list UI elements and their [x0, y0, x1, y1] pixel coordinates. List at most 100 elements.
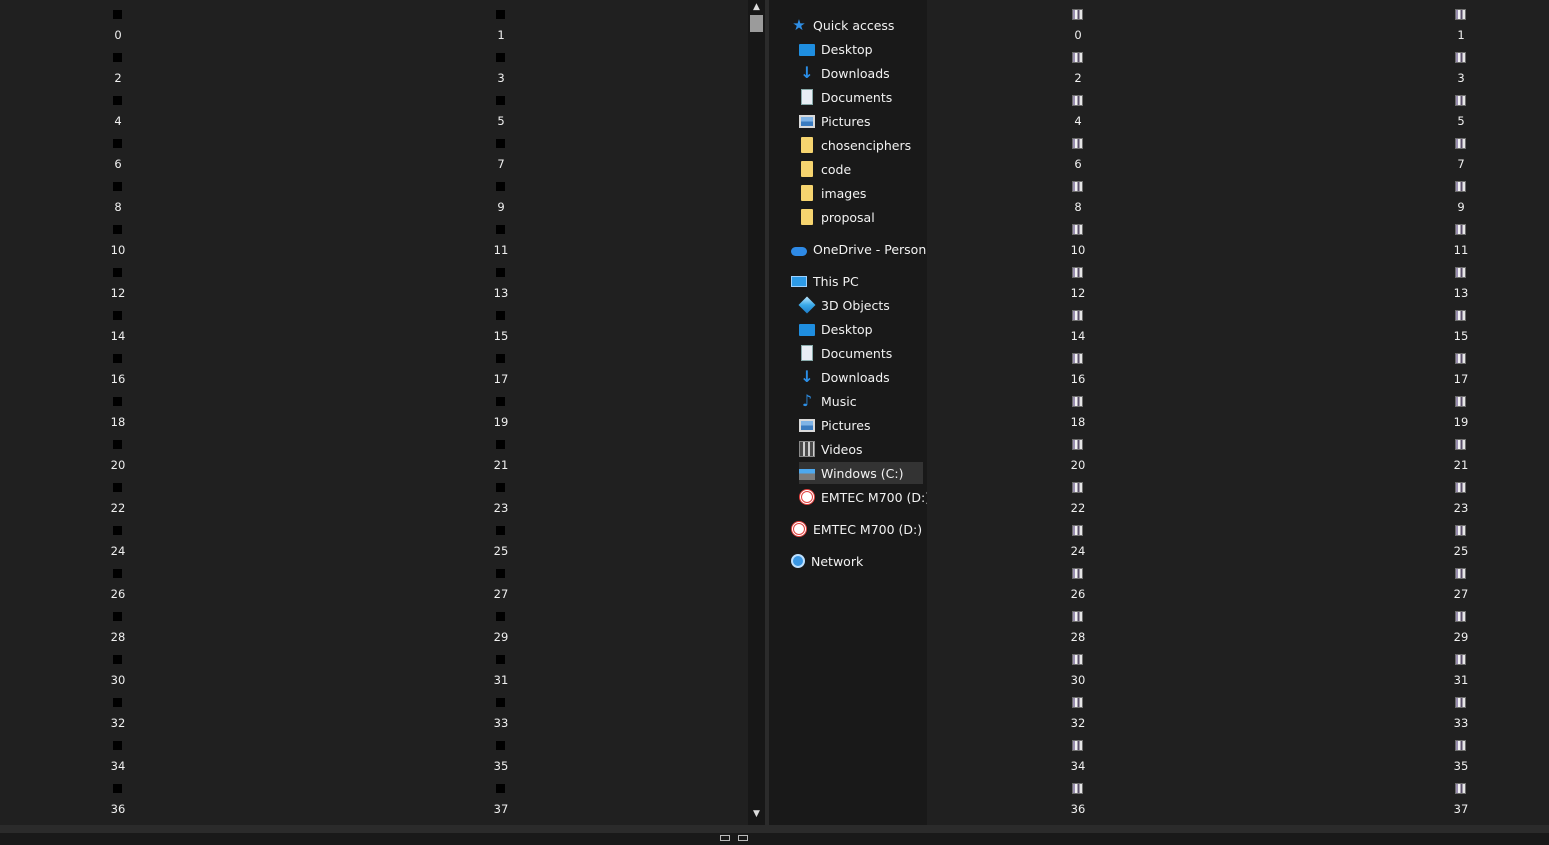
nav-pc-videos[interactable]: Videos [799, 438, 923, 460]
file-name: 37 [493, 802, 509, 816]
file-name: 11 [1453, 243, 1469, 257]
file-thumbnail [496, 612, 505, 621]
file-thumbnail [113, 182, 122, 191]
file-thumbnail [496, 655, 505, 664]
nav-quick-access[interactable]: ★ Quick access [791, 14, 927, 36]
navigation-pane: ★ Quick access Desktop⊥↓Downloads⊥Docume… [769, 0, 951, 825]
nav-pc-windows-c[interactable]: Windows (C:) [799, 462, 923, 484]
file-name: 31 [493, 673, 509, 687]
file-thumbnail [1455, 353, 1466, 364]
nav-qa-code[interactable]: code [799, 158, 923, 180]
nav-usb-drive[interactable]: EMTEC M700 (D:) [791, 518, 927, 540]
file-thumbnail [1072, 267, 1083, 278]
vertical-scrollbar[interactable]: ▲ ▼ [748, 0, 765, 825]
file-name: 32 [1070, 716, 1086, 730]
pictures-icon [799, 114, 815, 128]
large-icons-view-icon[interactable] [738, 835, 748, 841]
view-toggle-icons[interactable] [720, 826, 760, 841]
file-thumbnail [496, 440, 505, 449]
left-file-grid: 0 1 2 3 4 5 6 7 8 9 10 11 12 13 14 15 16 17 18 19 20 21 22 23 24… [0, 0, 748, 825]
file-name: 1 [1457, 28, 1465, 42]
file-name: 25 [493, 544, 509, 558]
scroll-up-arrow-icon[interactable]: ▲ [751, 2, 762, 12]
file-thumbnail [1072, 224, 1083, 235]
nav-onedrive[interactable]: OneDrive - Personal [791, 238, 937, 260]
file-thumbnail [1455, 525, 1466, 536]
file-thumbnail [1072, 95, 1083, 106]
file-name: 8 [114, 200, 122, 214]
file-thumbnail [1072, 310, 1083, 321]
file-name: 26 [1070, 587, 1086, 601]
file-thumbnail [113, 96, 122, 105]
file-thumbnail [113, 139, 122, 148]
file-thumbnail [113, 784, 122, 793]
nav-pc-documents[interactable]: Documents [799, 342, 923, 364]
file-thumbnail [1072, 396, 1083, 407]
file-thumbnail [1072, 181, 1083, 192]
nav-qa-images[interactable]: images [799, 182, 923, 204]
details-view-icon[interactable] [720, 835, 730, 841]
nav-network[interactable]: Network [791, 550, 927, 572]
file-thumbnail [496, 397, 505, 406]
star-icon: ★ [792, 16, 806, 34]
file-thumbnail [496, 139, 505, 148]
file-name: 34 [110, 759, 126, 773]
nav-label: Downloads [821, 65, 890, 81]
scroll-down-arrow-icon[interactable]: ▼ [751, 809, 762, 819]
file-thumbnail [113, 526, 122, 535]
computer-icon [791, 275, 807, 287]
music-icon: ♪ [801, 391, 813, 410]
nav-qa-pictures[interactable]: Pictures⊥ [799, 110, 951, 132]
file-name: 33 [1453, 716, 1469, 730]
nav-label: EMTEC M700 (D:) [821, 489, 931, 505]
nav-label: Desktop [821, 321, 873, 337]
cloud-icon [791, 246, 807, 256]
file-thumbnail [496, 96, 505, 105]
file-name: 27 [493, 587, 509, 601]
file-name: 19 [493, 415, 509, 429]
file-name: 11 [493, 243, 509, 257]
file-thumbnail [496, 268, 505, 277]
nav-qa-desktop[interactable]: Desktop⊥ [799, 38, 951, 60]
nav-label: Pictures [821, 417, 871, 433]
nav-label: Documents [821, 89, 893, 105]
nav-this-pc[interactable]: This PC [791, 270, 927, 292]
nav-label: code [821, 161, 852, 177]
folder-icon [801, 161, 813, 177]
file-name: 22 [110, 501, 126, 515]
nav-pc-music[interactable]: ♪ Music [799, 390, 923, 412]
file-thumbnail [496, 483, 505, 492]
nav-label: Documents [821, 345, 893, 361]
file-thumbnail [1072, 138, 1083, 149]
nav-pc-desktop[interactable]: Desktop [799, 318, 923, 340]
file-thumbnail [1072, 611, 1083, 622]
nav-label: Network [811, 553, 864, 569]
usb-drive-icon [791, 521, 807, 537]
right-file-grid: 0 1 2 3 4 5 6 7 8 9 10 11 12 13 14 15 16 17 18 19 20 21 22 23 24… [927, 0, 1549, 825]
nav-qa-proposal[interactable]: proposal [799, 206, 923, 228]
file-name: 20 [1070, 458, 1086, 472]
file-thumbnail [496, 311, 505, 320]
file-thumbnail [496, 225, 505, 234]
nav-pc-pictures[interactable]: Pictures [799, 414, 923, 436]
file-thumbnail [113, 10, 122, 19]
file-name: 9 [1457, 200, 1465, 214]
file-thumbnail [1455, 396, 1466, 407]
documents-icon [801, 89, 813, 105]
file-thumbnail [496, 526, 505, 535]
file-name: 14 [110, 329, 126, 343]
nav-pc-downloads[interactable]: ↓ Downloads [799, 366, 923, 388]
nav-label: Videos [821, 441, 863, 457]
nav-qa-chosenciphers[interactable]: chosenciphers [799, 134, 923, 156]
file-thumbnail [496, 569, 505, 578]
nav-qa-downloads[interactable]: ↓Downloads⊥ [799, 62, 950, 84]
file-thumbnail [113, 53, 122, 62]
nav-pc-emtec-m700-d[interactable]: EMTEC M700 (D:) [799, 486, 930, 508]
nav-label: EMTEC M700 (D:) [813, 521, 923, 537]
file-thumbnail [113, 440, 122, 449]
file-name: 16 [1070, 372, 1086, 386]
scrollbar-thumb[interactable] [750, 15, 763, 32]
nav-qa-documents[interactable]: Documents⊥ [799, 86, 951, 108]
downloads-icon: ↓ [800, 367, 814, 386]
nav-pc-3d-objects[interactable]: 3D Objects [798, 294, 923, 316]
